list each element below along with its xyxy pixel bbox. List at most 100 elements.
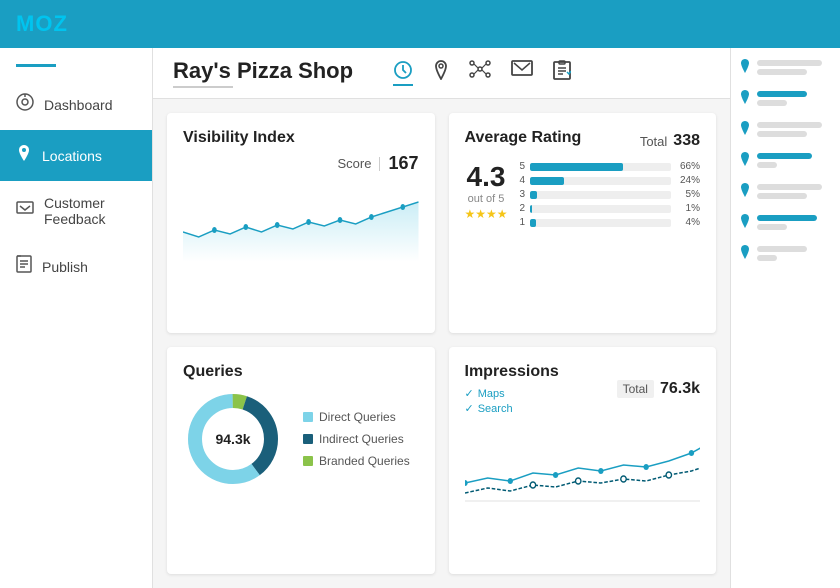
rs-line-7b — [757, 255, 777, 261]
rating-out: out of 5 — [468, 193, 505, 205]
rating-panel: Average Rating Total 338 4.3 out of 5 ★★… — [449, 113, 717, 333]
visibility-chart — [183, 182, 419, 262]
top-nav — [393, 60, 571, 86]
rs-lines-6 — [757, 215, 817, 230]
branded-dot — [303, 456, 313, 466]
rs-item-7 — [739, 244, 832, 263]
rs-line-4a — [757, 153, 812, 159]
rating-title: Average Rating — [465, 129, 582, 147]
rs-item-2 — [739, 89, 832, 108]
rs-lines-7 — [757, 246, 807, 261]
rs-item-4 — [739, 151, 832, 170]
rating-left: 4.3 out of 5 ★★★★ — [465, 161, 508, 228]
locations-label: Locations — [42, 148, 102, 164]
dashboard-icon — [16, 93, 34, 116]
rs-line-1a — [757, 60, 822, 66]
app-root: MOZ Dashboard — [0, 0, 840, 588]
bar-track-5 — [530, 163, 671, 171]
bar-fill-4 — [530, 177, 564, 185]
rating-bars: 5 66% 4 — [520, 161, 700, 228]
bar-pct-4: 24% — [676, 175, 700, 186]
impressions-total-value: 76.3k — [660, 380, 700, 398]
bar-label-4: 4 — [520, 175, 526, 186]
score-value: 167 — [388, 153, 418, 174]
queries-donut: 94.3k — [183, 389, 283, 489]
bar-fill-5 — [530, 163, 623, 171]
rs-pin-7 — [739, 244, 751, 263]
impressions-total: Total 76.3k — [617, 380, 700, 398]
bar-row-3: 3 5% — [520, 189, 700, 200]
bar-fill-3 — [530, 191, 537, 199]
search-badge: ✓ Search — [465, 402, 559, 415]
top-nav-clock[interactable] — [393, 60, 413, 86]
search-check: ✓ — [465, 402, 474, 415]
search-label: Search — [478, 403, 513, 415]
top-nav-clipboard[interactable] — [553, 60, 571, 86]
maps-check: ✓ — [465, 387, 474, 400]
rs-pin-3 — [739, 120, 751, 139]
sidebar: Dashboard Locations Cu — [0, 48, 153, 588]
rs-pin-5 — [739, 182, 751, 201]
rs-lines-4 — [757, 153, 812, 168]
rs-pin-4 — [739, 151, 751, 170]
impressions-total-label: Total — [617, 380, 654, 398]
rs-line-3a — [757, 122, 822, 128]
rs-line-4b — [757, 162, 777, 168]
bar-track-2 — [530, 205, 671, 213]
impressions-title: Impressions — [465, 363, 559, 381]
queries-panel: Queries — [167, 347, 435, 574]
rs-line-5b — [757, 193, 807, 199]
publish-label: Publish — [42, 259, 88, 275]
shop-title-underline — [173, 86, 233, 88]
rs-line-3b — [757, 131, 807, 137]
queries-title: Queries — [183, 363, 419, 381]
bar-row-2: 2 1% — [520, 203, 700, 214]
impressions-left: Impressions ✓ Maps ✓ Search — [465, 363, 559, 415]
indirect-dot — [303, 434, 313, 444]
sidebar-item-dashboard[interactable]: Dashboard — [0, 79, 152, 130]
top-nav-mail[interactable] — [511, 60, 533, 86]
rs-line-1b — [757, 69, 807, 75]
bar-track-3 — [530, 191, 671, 199]
bar-pct-5: 66% — [676, 161, 700, 172]
queries-total: 94.3k — [215, 431, 250, 447]
queries-body: 94.3k Direct Queries Indirect Queries — [183, 389, 419, 489]
dashboard-label: Dashboard — [44, 97, 113, 113]
top-nav-pin[interactable] — [433, 60, 449, 86]
rs-item-3 — [739, 120, 832, 139]
rs-lines-3 — [757, 122, 822, 137]
impressions-chart — [465, 423, 701, 503]
rs-pin-1 — [739, 58, 751, 77]
sidebar-item-feedback[interactable]: Customer Feedback — [0, 181, 152, 241]
top-nav-network[interactable] — [469, 60, 491, 86]
score-label: Score — [337, 156, 371, 171]
rating-score: 4.3 — [467, 161, 506, 193]
rs-line-7a — [757, 246, 807, 252]
right-sidebar — [730, 48, 840, 588]
rs-item-1 — [739, 58, 832, 77]
rs-line-6b — [757, 224, 787, 230]
sidebar-item-publish[interactable]: Publish — [0, 241, 152, 292]
rating-total-label: Total — [640, 134, 667, 149]
impressions-panel: Impressions ✓ Maps ✓ Search — [449, 347, 717, 574]
bar-label-2: 2 — [520, 203, 526, 214]
maps-label: Maps — [478, 388, 505, 400]
rating-header: Average Rating Total 338 — [465, 129, 701, 153]
rs-item-6 — [739, 213, 832, 232]
score-divider — [379, 157, 380, 171]
legend-branded: Branded Queries — [303, 454, 410, 468]
legend-indirect: Indirect Queries — [303, 432, 410, 446]
rs-line-2a — [757, 91, 807, 97]
score-row: Score 167 — [183, 153, 419, 174]
bar-label-5: 5 — [520, 161, 526, 172]
bar-row-1: 1 4% — [520, 217, 700, 228]
rs-lines-1 — [757, 60, 822, 75]
legend-direct: Direct Queries — [303, 410, 410, 424]
sidebar-divider — [16, 64, 56, 67]
locations-icon — [16, 144, 32, 167]
main-content: Ray's Pizza Shop — [153, 48, 730, 588]
publish-icon — [16, 255, 32, 278]
bar-row-4: 4 24% — [520, 175, 700, 186]
bar-pct-1: 4% — [676, 217, 700, 228]
sidebar-item-locations[interactable]: Locations — [0, 130, 152, 181]
